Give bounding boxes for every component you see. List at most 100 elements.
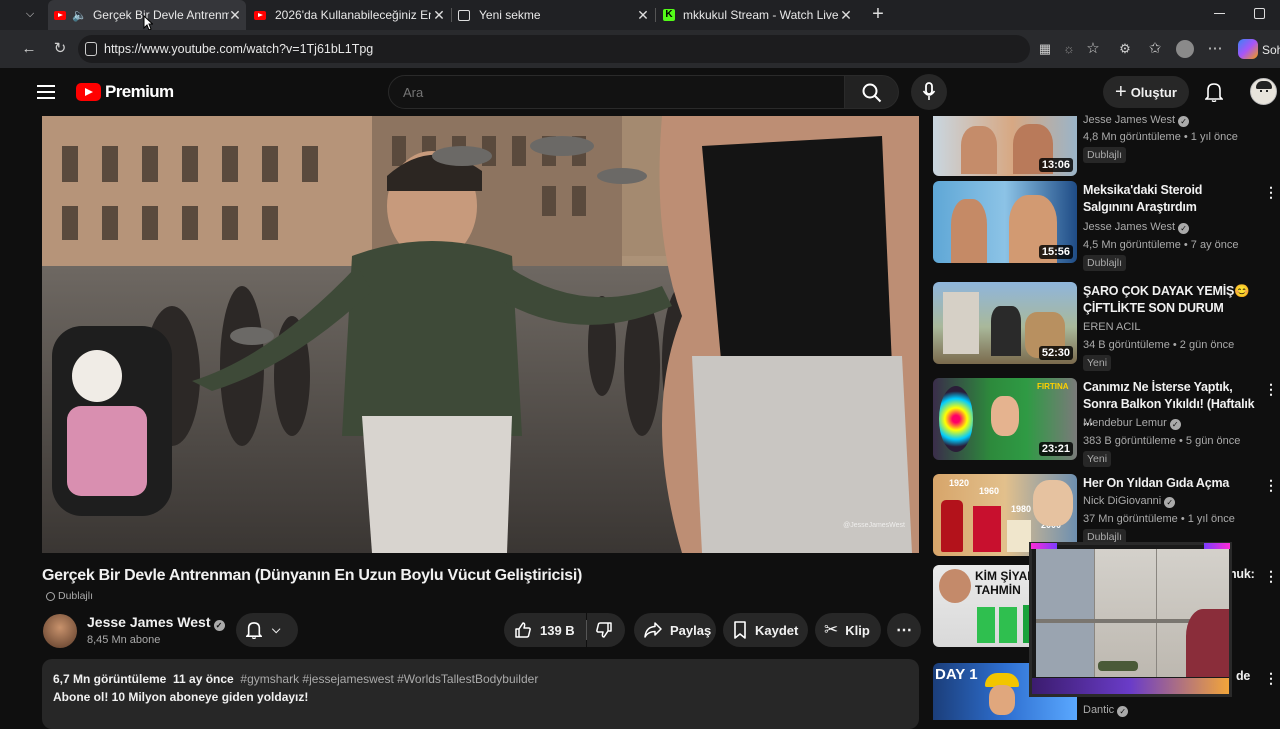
channel-text: Jesse James West xyxy=(1083,114,1176,126)
close-tab-icon[interactable]: ✕ xyxy=(839,7,853,23)
browser-tab-strip: ⌵ 🔈 Gerçek Bir Devle Antrenman (D ✕ 2026… xyxy=(0,0,1280,31)
recommendation-meta: 4,8 Mn görüntüleme • 1 yıl önce xyxy=(1083,131,1238,143)
webcam-frame-bar xyxy=(1032,678,1229,694)
new-badge: Yeni xyxy=(1083,355,1112,371)
speaker-icon[interactable]: 🔈 xyxy=(72,8,87,22)
recommendation-thumbnail[interactable]: FIRTINA 23:21 xyxy=(933,378,1077,460)
close-tab-icon[interactable]: ✕ xyxy=(636,7,650,23)
mouse-cursor-icon xyxy=(143,15,153,31)
more-menu-icon[interactable]: ⋯ xyxy=(1206,40,1224,58)
recommendation-title[interactable]: ŞARO ÇOK DAYAK YEMİŞ😊 ÇİFTLİKTE SON DURU… xyxy=(1083,283,1255,317)
user-avatar[interactable] xyxy=(1250,78,1277,105)
recommendation-channel[interactable]: Nick DiGiovanni ✓ xyxy=(1083,495,1176,508)
subscribe-notifications-button[interactable]: ⌵ xyxy=(236,613,298,647)
hashtags[interactable]: #gymshark #jessejameswest #WorldsTallest… xyxy=(240,672,538,686)
profile-avatar-icon[interactable] xyxy=(1176,40,1194,58)
address-bar[interactable]: https://www.youtube.com/watch?v=1Tj61bL1… xyxy=(78,35,1030,63)
more-actions-button[interactable]: ⋯ xyxy=(887,613,921,647)
recommendation-menu-icon[interactable]: ⋮ xyxy=(1264,568,1278,585)
video-player[interactable]: @JesseJamesWest xyxy=(42,116,919,553)
description-text: Abone ol! 10 Milyon aboneye giden yolday… xyxy=(53,690,309,704)
recommendation-channel[interactable]: Dantic ✓ xyxy=(1083,704,1129,717)
copilot-icon[interactable] xyxy=(1238,39,1258,59)
search-icon xyxy=(862,83,882,103)
create-button[interactable]: + Oluştur xyxy=(1103,76,1189,108)
video-duration: 23:21 xyxy=(1038,442,1073,456)
verified-icon: ✓ xyxy=(213,620,225,631)
search-input[interactable] xyxy=(403,83,823,101)
channel-text: Mendebur Lemur xyxy=(1083,417,1167,429)
webcam-feed xyxy=(1036,549,1229,677)
dislike-button[interactable] xyxy=(587,613,625,647)
channel-name[interactable]: Jesse James West ✓ xyxy=(87,614,225,631)
close-tab-icon[interactable]: ✕ xyxy=(432,7,446,23)
thumbnail-text: FIRTINA xyxy=(1037,382,1069,391)
description-box[interactable]: 6,7 Mn görüntüleme 11 ay önce #gymshark … xyxy=(42,659,919,729)
verified-icon: ✓ xyxy=(1169,419,1181,430)
video-title: Gerçek Bir Devle Antrenman (Dünyanın En … xyxy=(42,567,583,584)
tab-title: 2026'da Kullanabileceğiniz En İyi Ü xyxy=(275,8,431,22)
recommendation-title[interactable]: de xyxy=(1236,668,1256,685)
recommendation-thumbnail[interactable]: 15:56 xyxy=(933,181,1077,263)
share-button[interactable]: Paylaş xyxy=(634,613,716,647)
minimize-window-icon[interactable] xyxy=(1214,13,1225,14)
recommendation-thumbnail[interactable]: 52:30 xyxy=(933,282,1077,364)
logo-text: Premium xyxy=(105,82,174,101)
recommendation-thumbnail[interactable]: 13:06 xyxy=(933,116,1077,176)
browser-tab[interactable]: 2026'da Kullanabileceğiniz En İyi Ü ✕ xyxy=(254,0,448,30)
tab-separator xyxy=(655,8,656,22)
channel-name-text: Jesse James West xyxy=(87,614,211,630)
verified-icon: ✓ xyxy=(1178,223,1190,234)
app-grid-icon[interactable]: ▦ xyxy=(1036,40,1054,58)
recommendation-menu-icon[interactable]: ⋮ xyxy=(1264,477,1278,494)
browser-tab[interactable]: K mkkukul Stream - Watch Live on K ✕ xyxy=(663,0,857,30)
close-tab-icon[interactable]: ✕ xyxy=(228,7,242,23)
notifications-bell-icon[interactable] xyxy=(1205,82,1223,102)
kick-favicon-icon: K xyxy=(663,9,675,21)
share-label: Paylaş xyxy=(670,622,712,638)
thumbnail-year: 1920 xyxy=(949,478,970,488)
tab-title: Yeni sekme xyxy=(479,8,541,22)
maximize-window-icon[interactable] xyxy=(1254,8,1265,19)
save-button[interactable]: Kaydet xyxy=(723,613,808,647)
recommendation-menu-icon[interactable]: ⋮ xyxy=(1264,381,1278,398)
recommendation-channel[interactable]: Jesse James West ✓ xyxy=(1083,114,1190,127)
youtube-favicon-icon xyxy=(254,10,266,20)
upload-age: 11 ay önce xyxy=(173,672,234,686)
like-button[interactable]: 139 B xyxy=(504,613,586,647)
recommendation-channel[interactable]: Jesse James West ✓ xyxy=(1083,221,1190,234)
subscriber-count: 8,45 Mn abone xyxy=(87,634,161,646)
tab-list-chevron-icon[interactable]: ⌵ xyxy=(22,8,38,22)
search-button[interactable] xyxy=(845,75,899,109)
search-box[interactable] xyxy=(388,75,845,109)
reload-icon[interactable]: ↻ xyxy=(51,40,69,58)
youtube-play-icon xyxy=(76,83,101,101)
clip-button[interactable]: ✂ Klip xyxy=(815,613,881,647)
new-tab-plus-icon[interactable]: + xyxy=(869,4,887,24)
recommendation-title[interactable]: nuk: xyxy=(1229,566,1255,583)
recommendation-channel[interactable]: EREN ACIL xyxy=(1083,321,1140,333)
scissors-icon: ✂ xyxy=(824,620,839,639)
extensions-icon[interactable]: ⚙ xyxy=(1116,40,1134,58)
hamburger-menu-icon[interactable] xyxy=(37,85,55,99)
recommendation-channel[interactable]: Mendebur Lemur ✓ xyxy=(1083,417,1181,430)
video-frame-image xyxy=(42,116,919,553)
channel-avatar[interactable] xyxy=(43,614,77,648)
plus-icon: + xyxy=(1115,81,1127,103)
create-label: Oluştur xyxy=(1130,84,1177,100)
recommendation-title[interactable]: Her On Yıldan Gıda Açma xyxy=(1083,475,1255,492)
youtube-logo[interactable]: Premium xyxy=(76,81,174,103)
thumbs-down-icon xyxy=(596,622,612,638)
favorite-star-icon[interactable]: ☆ xyxy=(1084,40,1102,58)
recommendation-menu-icon[interactable]: ⋮ xyxy=(1264,670,1278,687)
voice-search-button[interactable] xyxy=(911,74,947,110)
back-arrow-icon[interactable]: ← xyxy=(20,40,38,58)
browser-tab[interactable]: Yeni sekme ✕ xyxy=(458,0,652,30)
favorites-list-icon[interactable]: ✩ xyxy=(1146,40,1164,58)
recommendation-title[interactable]: Meksika'daki Steroid Salgınını Araştırdı… xyxy=(1083,182,1255,216)
youtube-favicon-icon xyxy=(54,10,66,20)
channel-text: Jesse James West xyxy=(1083,221,1176,233)
tracking-prevention-icon[interactable]: ☼ xyxy=(1060,40,1078,58)
site-info-icon[interactable] xyxy=(85,42,97,56)
recommendation-menu-icon[interactable]: ⋮ xyxy=(1264,184,1278,201)
